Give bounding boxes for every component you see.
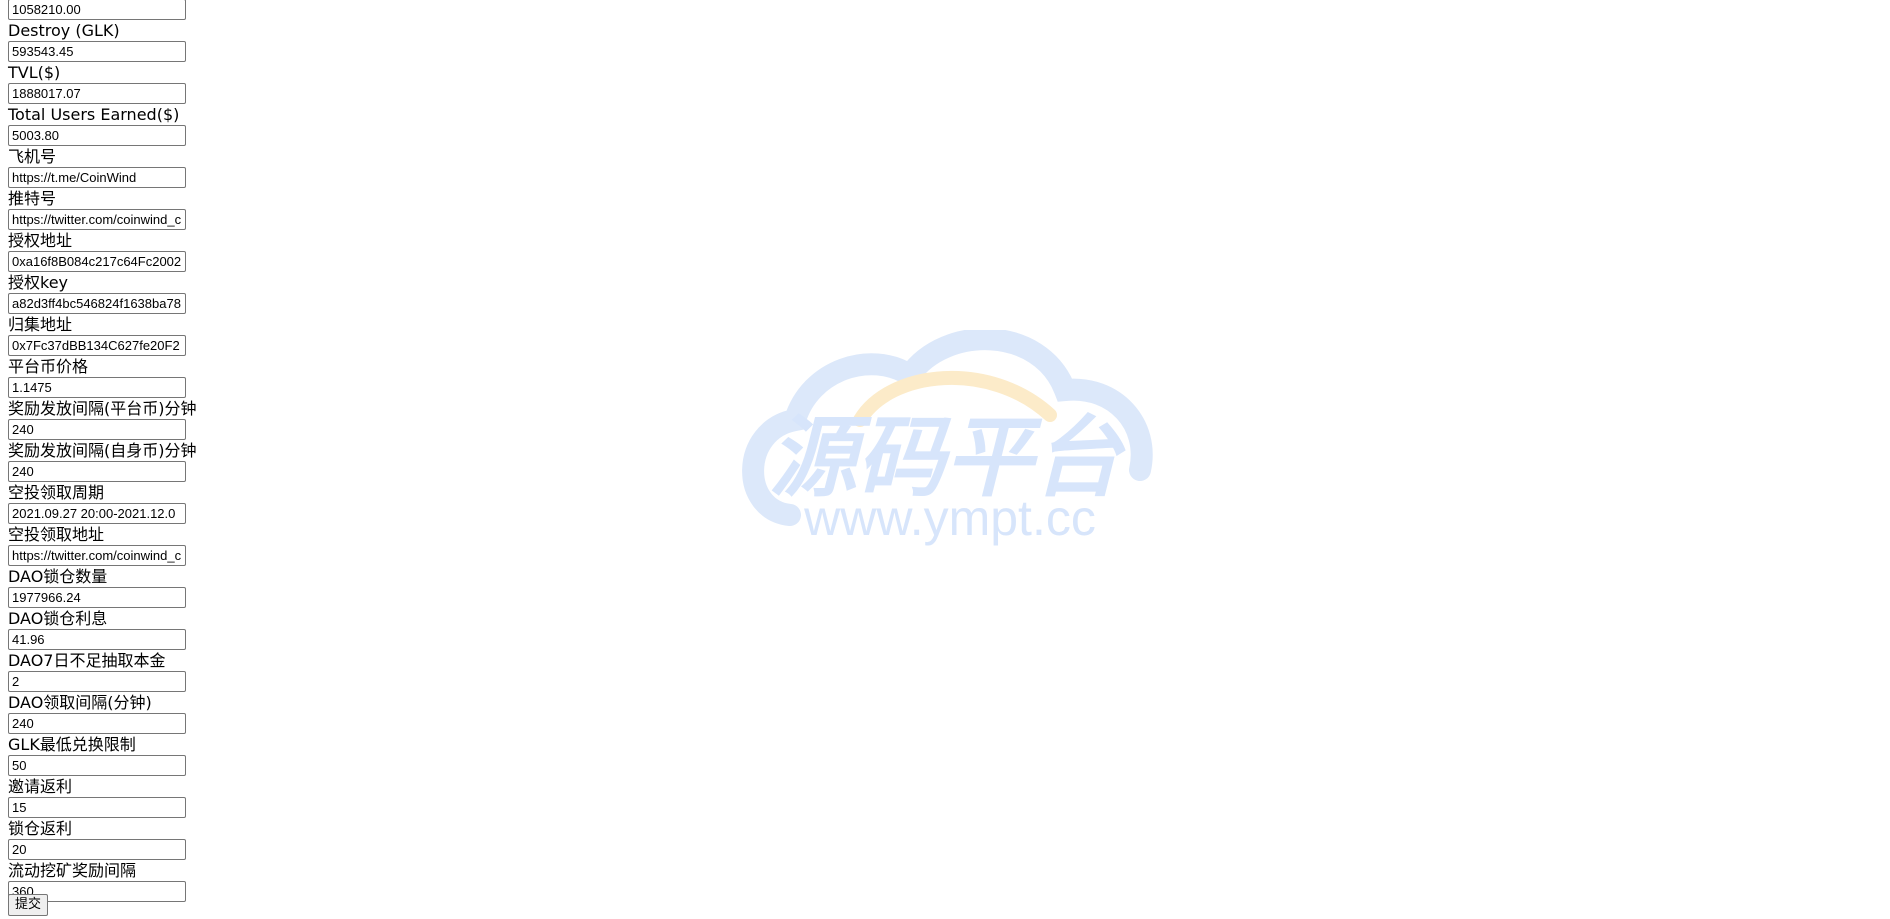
field-input[interactable] [8,503,186,524]
field-input[interactable] [8,293,186,314]
watermark-url: www.ympt.cc [803,490,1096,546]
form-field: DAO7日不足抽取本金 [8,650,248,692]
field-label: 授权地址 [8,231,73,250]
field-input[interactable] [8,83,186,104]
form-field: DAO领取间隔(分钟) [8,692,248,734]
field-label: 锁仓返利 [8,819,73,838]
field-input[interactable] [8,671,186,692]
form-field: 邀请返利 [8,776,248,818]
field-input[interactable] [8,629,186,650]
field-input[interactable] [8,251,186,272]
field-input[interactable] [8,377,186,398]
watermark-cloud-icon [742,330,1153,526]
field-label: 流动挖矿奖励间隔 [8,861,137,880]
field-input[interactable] [8,125,186,146]
field-label: DAO锁仓利息 [8,609,108,628]
form-field: 空投领取周期 [8,482,248,524]
form-field: 锁仓返利 [8,818,248,860]
field-label: 邀请返利 [8,777,73,796]
field-input[interactable] [8,419,186,440]
field-input[interactable] [8,335,186,356]
form-field: 归集地址 [8,314,248,356]
form-field: 推特号 [8,188,248,230]
field-label: DAO锁仓数量 [8,567,108,586]
form-field: 平台币价格 [8,356,248,398]
form-field: 空投领取地址 [8,524,248,566]
form-field: 奖励发放间隔(平台币)分钟 [8,398,248,440]
watermark-logo: 源码平台 www.ympt.cc [742,330,1153,546]
field-input[interactable] [8,545,186,566]
field-input[interactable] [8,167,186,188]
submit-button[interactable]: 提交 [8,894,49,916]
field-input[interactable] [8,461,186,482]
field-input[interactable] [8,797,186,818]
form-field: Total Users Earned($) [8,104,248,146]
field-label: 飞机号 [8,147,57,166]
field-input[interactable] [8,41,186,62]
form-field [8,0,248,20]
field-input[interactable] [8,755,186,776]
form-field: DAO锁仓数量 [8,566,248,608]
form-field: 奖励发放间隔(自身币)分钟 [8,440,248,482]
field-label: 空投领取地址 [8,525,105,544]
field-input[interactable] [8,0,186,20]
watermark-accent-arc [853,371,1057,427]
watermark-logo-text: 源码平台 [769,406,1126,509]
form-field: DAO锁仓利息 [8,608,248,650]
field-label: 授权key [8,273,69,292]
field-input[interactable] [8,209,186,230]
field-label: 空投领取周期 [8,483,105,502]
field-label: Total Users Earned($) [8,105,180,124]
form-field: 飞机号 [8,146,248,188]
field-label: 归集地址 [8,315,73,334]
field-label: Destroy (GLK) [8,21,120,40]
form-field: 授权地址 [8,230,248,272]
field-label: DAO领取间隔(分钟) [8,693,152,712]
field-input[interactable] [8,587,186,608]
field-label: TVL($) [8,63,61,82]
form-field: 授权key [8,272,248,314]
page: Destroy (GLK) TVL($) Total Users Earned(… [0,0,1890,919]
form-field: TVL($) [8,62,248,104]
field-label: 奖励发放间隔(自身币)分钟 [8,441,197,460]
field-input[interactable] [8,839,186,860]
field-label: 奖励发放间隔(平台币)分钟 [8,399,197,418]
field-label: 平台币价格 [8,357,89,376]
field-label: 推特号 [8,189,57,208]
field-label: DAO7日不足抽取本金 [8,651,166,670]
form-field: Destroy (GLK) [8,20,248,62]
field-input[interactable] [8,713,186,734]
field-label: GLK最低兑换限制 [8,735,136,754]
settings-form: Destroy (GLK) TVL($) Total Users Earned(… [8,0,248,902]
form-field: GLK最低兑换限制 [8,734,248,776]
